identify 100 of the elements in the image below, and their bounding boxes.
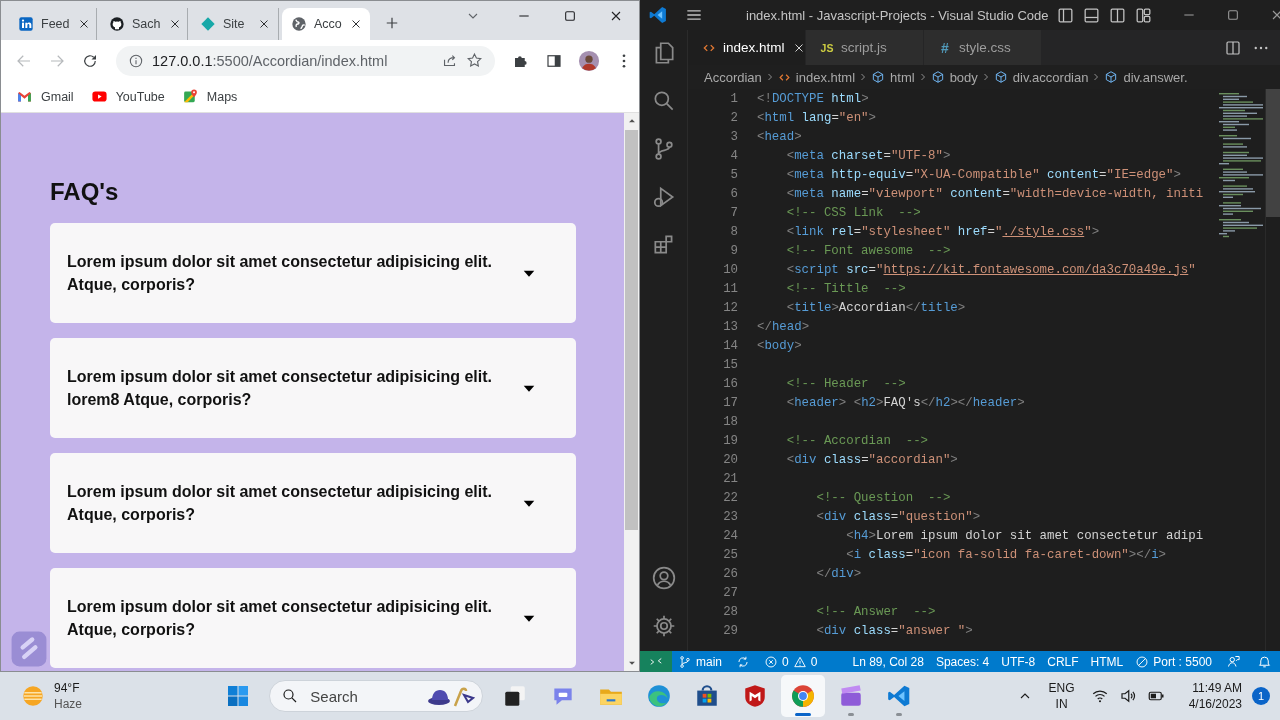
breadcrumb-item[interactable]: Accordian [704,69,762,85]
bookmark-link[interactable]: YouTube [90,88,165,105]
app-logo-icon [648,5,668,25]
status-item[interactable]: Ln 89, Col 28 [846,654,930,669]
line-number: 23 [722,509,739,524]
line-number: 9 [729,243,739,258]
breadcrumb-item[interactable]: html [871,69,915,85]
logo-icon [18,16,34,32]
problems-button[interactable]: 0 0 [758,654,824,669]
line-number: 26 [722,566,739,581]
accordion-item[interactable]: Lorem ipsum dolor sit amet consectetur adipisicing elit. lorem8 Atque, corporis? [50,338,576,438]
cube-icon [930,70,945,84]
start-icon[interactable] [226,684,251,708]
code-line: <!-- Answer --> [815,604,936,619]
status-item[interactable]: UTF-8 [995,654,1042,669]
line-number: 8 [729,224,739,239]
line-number: 25 [722,547,739,562]
logo-icon [109,16,125,32]
port-button[interactable]: Port : 5500 [1129,654,1218,669]
info-icon[interactable] [128,52,144,69]
editor-tab[interactable]: # style.css [924,30,1042,65]
breadcrumb-item[interactable]: index.html [777,69,856,85]
line-number: 13 [722,319,739,334]
avatar-icon[interactable] [578,49,600,72]
language-indicator[interactable]: ENG IN [1048,680,1075,712]
status-item[interactable]: Spaces: 4 [929,654,996,669]
status-item[interactable]: HTML [1084,654,1130,669]
file-type-label: # [940,39,950,56]
code-line: <!-- CSS Link --> [785,205,921,220]
status-item[interactable]: CRLF [1041,654,1085,669]
split-editor-icon[interactable] [1224,38,1242,57]
address-field[interactable]: 127.0.0.1:5500/Accordian/index.html [116,45,495,76]
browser-tab[interactable]: Acco [282,8,370,40]
bookmark-link[interactable]: Maps [181,88,238,105]
feedback-icon[interactable] [1226,654,1241,669]
code-line: <html lang="en"> [757,110,876,125]
search-field[interactable]: Search [269,680,484,712]
code-line: <i class="icon fa-solid fa-caret-down"></i> [845,547,1166,562]
bell-icon[interactable] [1257,654,1272,669]
line-number: 18 [722,414,739,429]
breadcrumb-item[interactable]: div.accordian [993,69,1089,85]
account-icon[interactable] [650,565,677,591]
weather-widget[interactable]: 94°F Haze [0,680,82,712]
bookmark-link[interactable]: Gmail [16,88,74,105]
breadcrumb-item[interactable]: body [930,69,978,85]
map-pin-icon [181,88,199,105]
code-line: <!-- Question --> [815,490,951,505]
accordion-item[interactable]: Lorem ipsum dolor sit amet consectetur adipisicing elit. Atque, corporis? [50,453,576,553]
line-number: 16 [722,376,739,391]
code-line: <div class="question"> [815,509,981,524]
editor-tab[interactable]: index.html [688,30,806,65]
browser-icon [790,683,817,709]
window-title: index.html - Javascript-Projects - Visual Studio Code [746,7,1049,23]
notification-badge[interactable]: 1 [1252,687,1270,705]
code-line: <!-- Font awesome --> [785,243,951,258]
line-number: 12 [722,300,739,315]
scrollbar-thumb[interactable] [1266,89,1280,217]
line-number: 3 [729,129,739,144]
volume-icon[interactable] [1118,687,1137,705]
branch-button[interactable]: main [672,654,728,669]
diamond-icon [200,16,216,32]
browser-tab[interactable]: Site [191,8,279,40]
line-number: 28 [722,604,739,619]
code-line: <!DOCTYPE html> [757,91,869,106]
branch-icon [678,654,692,669]
clock[interactable]: 11:49 AM 4/16/2023 [1188,680,1242,712]
browser-icon[interactable] [646,683,673,709]
browser-tab[interactable]: Sach [100,8,188,40]
code-line: </div> [815,566,862,581]
code-line: <body> [757,338,802,353]
no-entry-icon [1135,654,1150,669]
breadcrumb-item[interactable]: div.answer. [1104,69,1188,85]
wifi-icon[interactable] [1090,687,1109,705]
code-line: <head> [757,129,802,144]
accordion-item[interactable]: Lorem ipsum dolor sit amet consectetur adipisicing elit. Atque, corporis? [50,223,576,323]
code-line: <!-- Tittle --> [785,281,906,296]
code-line: <link rel="stylesheet" href="./style.css"> [785,224,1100,239]
share-icon[interactable] [441,52,458,69]
line-number: 22 [722,490,739,505]
cube-icon [871,70,886,84]
code-line: <div class="accordian"> [785,452,958,467]
taskbar-button[interactable] [781,675,826,717]
code-line: <div class="answer "> [815,623,973,638]
line-number: 14 [722,338,739,353]
code-line: <h4>Lorem ipsum dolor sit amet consectetur adipi [845,528,1204,543]
page-heading: FAQ's [50,177,120,207]
accordion-item[interactable]: Lorem ipsum dolor sit amet consectetur adipisicing elit. Atque, corporis? [50,568,576,668]
line-number: 11 [722,281,739,296]
line-number: 29 [722,623,739,638]
code-line: <meta name="viewport" content="width=device-width, initi [785,186,1204,201]
code-line: <!-- Accordian --> [785,433,929,448]
sync-icon[interactable] [736,654,750,669]
line-number: 24 [722,528,739,543]
line-number: 6 [729,186,739,201]
star-icon[interactable] [466,52,483,69]
browser-tab[interactable]: Feed [9,8,97,40]
warning-icon [792,654,807,669]
scrollbar-thumb[interactable] [625,130,638,530]
cube-icon [1104,70,1119,84]
editor-tab[interactable]: JS script.js [806,30,924,65]
